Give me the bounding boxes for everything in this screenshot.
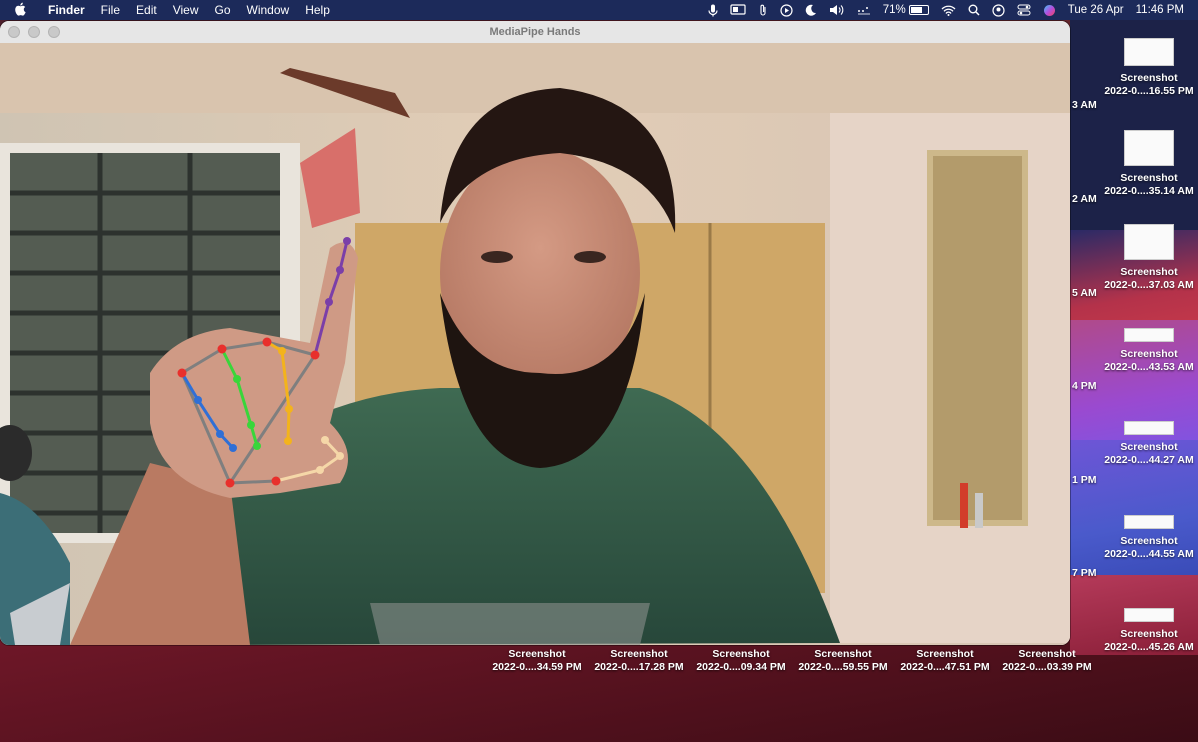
mirror: [927, 150, 1028, 526]
siri-icon[interactable]: [1037, 4, 1062, 17]
file-name: Screenshot: [1120, 628, 1178, 640]
file-name: Screenshot: [1120, 441, 1178, 453]
file-detail: 2022-0....44.55 AM: [1104, 548, 1194, 560]
desktop-file-screenshot[interactable]: Screenshot 2022-0....44.27 AM: [1101, 421, 1197, 467]
file-detail: 2022-0....17.28 PM: [594, 661, 684, 673]
hidden-file-time[interactable]: 1 PM: [1072, 474, 1097, 487]
hidden-file-time[interactable]: 4 PM: [1072, 380, 1097, 393]
wifi-icon[interactable]: [935, 5, 962, 16]
menu-edit[interactable]: Edit: [128, 0, 165, 20]
file-thumbnail: [1124, 421, 1174, 435]
microphone-icon[interactable]: [702, 4, 724, 17]
moon-icon[interactable]: [799, 4, 823, 16]
paperclip-icon[interactable]: [752, 4, 774, 17]
desktop-file-screenshot[interactable]: Screenshot 2022-0....59.55 PM: [795, 648, 891, 674]
desktop-file-screenshot[interactable]: Screenshot 2022-0....34.59 PM: [489, 648, 585, 674]
file-detail: 2022-0....03.39 PM: [1002, 661, 1092, 673]
file-detail: 2022-0....43.53 AM: [1104, 361, 1194, 373]
desktop-file-screenshot[interactable]: Screenshot 2022-0....03.39 PM: [999, 648, 1095, 674]
file-detail: 2022-0....44.27 AM: [1104, 454, 1194, 466]
desktop-file-screenshot[interactable]: Screenshot 2022-0....09.34 PM: [693, 648, 789, 674]
file-detail: 2022-0....45.26 AM: [1104, 641, 1194, 653]
menu-finder[interactable]: Finder: [40, 0, 93, 20]
desktop-file-screenshot[interactable]: Screenshot 2022-0....17.28 PM: [591, 648, 687, 674]
file-thumbnail: [1124, 130, 1174, 166]
menu-file[interactable]: File: [93, 0, 128, 20]
camera-feed: [0, 43, 1070, 645]
apple-menu-icon[interactable]: [0, 2, 40, 19]
desktop-file-screenshot[interactable]: Screenshot 2022-0....47.51 PM: [897, 648, 993, 674]
file-detail: 2022-0....34.59 PM: [492, 661, 582, 673]
file-name: Screenshot: [1120, 348, 1178, 360]
battery-icon: [908, 5, 929, 15]
file-name: Screenshot: [916, 648, 974, 660]
menu-help[interactable]: Help: [297, 0, 338, 20]
search-icon[interactable]: [962, 4, 986, 16]
file-name: Screenshot: [1120, 266, 1178, 278]
window-title: MediaPipe Hands: [489, 26, 581, 38]
hidden-file-time[interactable]: 2 AM: [1072, 193, 1097, 206]
file-thumbnail: [1124, 328, 1174, 342]
file-name: Screenshot: [610, 648, 668, 660]
file-name: Screenshot: [1120, 172, 1178, 184]
desktop-file-screenshot[interactable]: Screenshot 2022-0....45.26 AM: [1101, 608, 1197, 654]
file-thumbnail: [1124, 608, 1174, 622]
volume-icon[interactable]: [823, 4, 851, 16]
desktop-file-screenshot[interactable]: Screenshot 2022-0....44.55 AM: [1101, 515, 1197, 561]
file-thumbnail: [1124, 38, 1174, 66]
menu-view[interactable]: View: [165, 0, 207, 20]
user-switch-icon[interactable]: [986, 3, 1011, 17]
file-name: Screenshot: [712, 648, 770, 660]
screen-share-icon[interactable]: [724, 4, 752, 16]
desktop-file-screenshot[interactable]: Screenshot 2022-0....16.55 PM: [1101, 38, 1197, 98]
desktop-file-screenshot[interactable]: Screenshot 2022-0....43.53 AM: [1101, 328, 1197, 374]
file-name: Screenshot: [1018, 648, 1076, 660]
battery-status[interactable]: 71%: [877, 0, 935, 20]
menu-go[interactable]: Go: [207, 0, 239, 20]
file-detail: 2022-0....16.55 PM: [1104, 85, 1194, 97]
file-detail: 2022-0....59.55 PM: [798, 661, 888, 673]
shirt-print: [370, 603, 650, 645]
file-detail: 2022-0....47.51 PM: [900, 661, 990, 673]
file-name: Screenshot: [508, 648, 566, 660]
menubar-time[interactable]: 11:46 PM: [1130, 0, 1190, 20]
hidden-file-time[interactable]: 3 AM: [1072, 99, 1097, 112]
dots-status-icon[interactable]: [851, 5, 877, 15]
menu-bar: Finder File Edit View Go Window Help 71%: [0, 0, 1198, 20]
menubar-date[interactable]: Tue 26 Apr: [1062, 0, 1130, 20]
file-detail: 2022-0....37.03 AM: [1104, 279, 1194, 291]
file-name: Screenshot: [1120, 72, 1178, 84]
file-name: Screenshot: [814, 648, 872, 660]
hidden-file-time[interactable]: 5 AM: [1072, 287, 1097, 300]
file-detail: 2022-0....09.34 PM: [696, 661, 786, 673]
file-name: Screenshot: [1120, 535, 1178, 547]
file-thumbnail: [1124, 515, 1174, 529]
play-circle-icon[interactable]: [774, 3, 799, 17]
file-detail: 2022-0....35.14 AM: [1104, 185, 1194, 197]
menu-window[interactable]: Window: [239, 0, 298, 20]
desktop-file-screenshot[interactable]: Screenshot 2022-0....35.14 AM: [1101, 130, 1197, 198]
mediapipe-window[interactable]: MediaPipe Hands: [0, 21, 1070, 645]
desktop-file-screenshot[interactable]: Screenshot 2022-0....37.03 AM: [1101, 224, 1197, 292]
window-titlebar[interactable]: MediaPipe Hands: [0, 21, 1070, 44]
file-thumbnail: [1124, 224, 1174, 260]
battery-percent: 71%: [882, 4, 906, 16]
hidden-file-time[interactable]: 7 PM: [1072, 567, 1097, 580]
control-center-icon[interactable]: [1011, 4, 1037, 16]
